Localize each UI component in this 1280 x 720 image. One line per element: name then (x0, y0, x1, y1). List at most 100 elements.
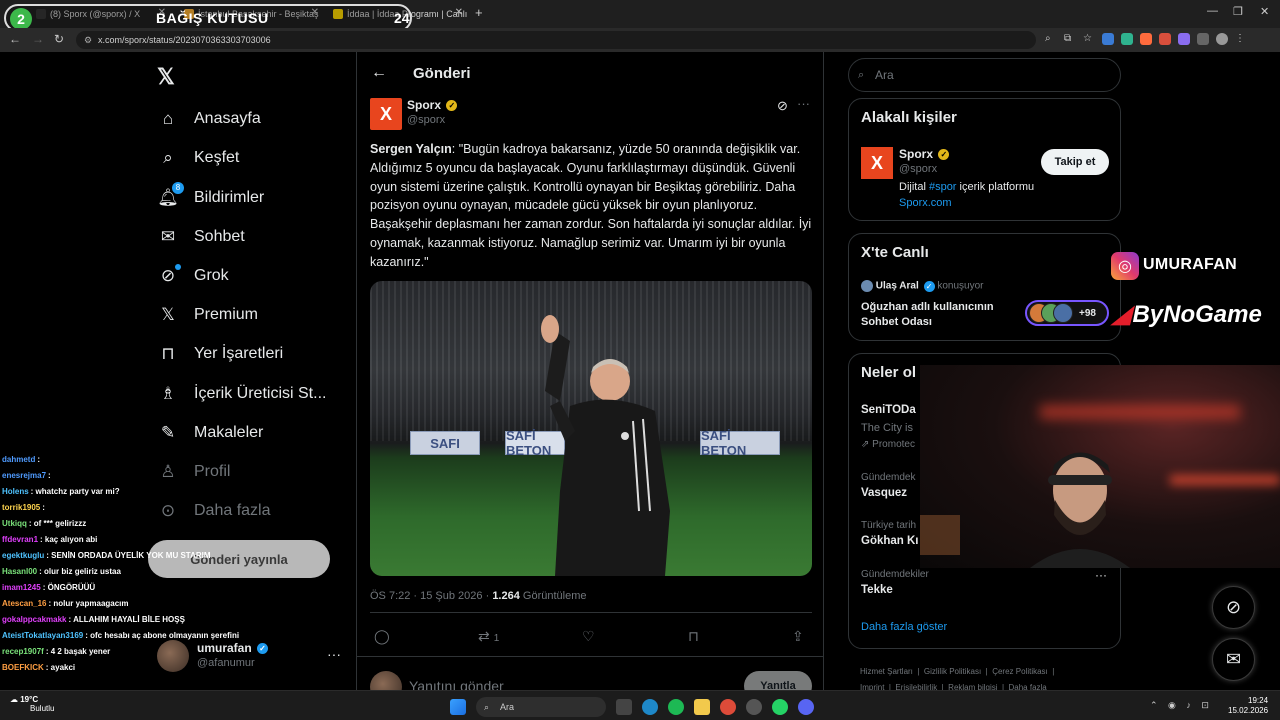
home-icon: ⌂ (162, 109, 174, 128)
clock[interactable]: 19:24 15.02.2026 (1228, 696, 1268, 716)
close-icon[interactable]: ✕ (455, 7, 463, 18)
share-icon[interactable]: ⇪ (792, 628, 804, 645)
minimize-icon[interactable]: — (1207, 5, 1218, 17)
post-photo[interactable]: SAFI SAFİ BETON SAFİ BETON (370, 281, 812, 576)
discord-icon[interactable] (798, 699, 814, 715)
profile-icon[interactable] (1216, 33, 1228, 45)
card-title: X'te Canlı (861, 244, 929, 261)
account-name[interactable]: Sporx ✓ (407, 98, 458, 112)
website-link[interactable]: Sporx.com (899, 197, 952, 209)
chat-text: : ÖNGÖRÜÜÜ (42, 583, 96, 592)
extension-icon[interactable] (1121, 33, 1133, 45)
extensions-puzzle-icon[interactable] (1197, 33, 1209, 45)
weather-widget[interactable]: ☁ 19°C Bulutlu (10, 695, 54, 713)
nav-home[interactable]: ⌂ Anasayfa (158, 105, 261, 133)
footer-link[interactable]: Hizmet Şartları (860, 667, 913, 676)
messages-floating-icon[interactable]: ✉ (1212, 638, 1255, 681)
live-listeners[interactable]: +98 (1025, 300, 1109, 326)
extension-icon[interactable] (1102, 33, 1114, 45)
chat-text: : SENİN ORDADA ÜYELİK YOK MU STARIM (46, 551, 211, 560)
grok-floating-icon[interactable]: ⊘ (1212, 586, 1255, 629)
chat-username: gokalppcakmakk (2, 615, 67, 624)
back-arrow-icon[interactable]: ← (371, 64, 387, 82)
mail-icon: ✉ (160, 227, 176, 246)
nav-label: Anasayfa (194, 110, 261, 127)
show-more-link[interactable]: Daha fazla göster (861, 621, 947, 633)
trend-title[interactable]: Gökhan Kı (861, 535, 919, 547)
extension-icon[interactable] (1178, 33, 1190, 45)
trend-title[interactable]: SeniTODa (861, 404, 916, 416)
live-room-title[interactable]: Oğuzhan adlı kullanıcının Sohbet Odası (861, 300, 1021, 330)
menu-icon[interactable]: ⋮ (1235, 33, 1247, 45)
install-icon[interactable]: ⧉ (1064, 33, 1076, 45)
account-handle[interactable]: @sporx (407, 114, 445, 126)
windows-start-icon[interactable] (450, 699, 466, 715)
whatsapp-icon[interactable] (772, 699, 788, 715)
system-tray[interactable]: ⌃ ◉ ♪ ⊡ (1150, 700, 1213, 711)
star-icon[interactable]: ☆ (1083, 33, 1095, 45)
retweet-icon[interactable]: ⇄ 1 (478, 628, 499, 645)
donation-title: BAĞIŞ KUTUSU (156, 10, 269, 26)
retweet-count: 1 (493, 633, 500, 644)
new-tab-icon[interactable]: + (475, 5, 483, 20)
footer-link[interactable]: Çerez Politikası (992, 667, 1048, 676)
app-icon[interactable] (746, 699, 762, 715)
live-host[interactable]: Ulaş Aral ✓ konuşuyor (861, 280, 983, 292)
like-icon[interactable]: ♡ (582, 628, 595, 645)
hashtag-link[interactable]: #spor (929, 181, 957, 193)
account-avatar[interactable]: X (861, 147, 893, 179)
spotify-icon[interactable] (668, 699, 684, 715)
chat-text: : 4 2 başak yener (45, 647, 111, 656)
reply-icon[interactable]: ◯ (374, 628, 390, 645)
folder-icon[interactable] (694, 699, 710, 715)
nav-premium[interactable]: 𝕏 Premium (158, 301, 258, 329)
extension-icon[interactable] (1140, 33, 1152, 45)
chat-text: : (37, 455, 41, 464)
footer-link[interactable]: Gizlilik Politikası (924, 667, 981, 676)
bookmark-icon[interactable]: ⊓ (688, 628, 699, 645)
account-avatar[interactable]: X (370, 98, 402, 130)
account-name[interactable]: Sporx ✓ (899, 147, 950, 161)
chat-username: BOEFKICK (2, 663, 44, 672)
edge-icon[interactable] (642, 699, 658, 715)
chat-text: : (48, 471, 51, 480)
chrome-icon[interactable] (720, 699, 736, 715)
trend-title[interactable]: Vasquez (861, 487, 907, 499)
taskbar-search[interactable]: ⌕ Ara (476, 697, 606, 717)
trend-title[interactable]: Tekke (861, 584, 893, 596)
zoom-icon[interactable]: ⌕ (1045, 33, 1057, 45)
maximize-icon[interactable]: ❐ (1233, 5, 1243, 18)
url-field[interactable]: ⚙ x.com/sporx/status/2023070363303703006 (76, 31, 1036, 49)
ad-board: SAFİ BETON (700, 428, 780, 458)
reload-icon[interactable]: ↻ (54, 32, 64, 46)
more-icon[interactable]: ··· (1095, 568, 1107, 582)
chat-username: AteistTokatlayan3169 (2, 631, 84, 640)
extension-icon[interactable] (1159, 33, 1171, 45)
nav-messages[interactable]: ✉ Sohbet (158, 223, 245, 251)
close-window-icon[interactable]: ✕ (1260, 5, 1269, 18)
follow-button[interactable]: Takip et (1041, 149, 1109, 175)
nav-label: Yer İşaretleri (194, 345, 284, 362)
nav-creator-studio[interactable]: ♗ İçerik Üreticisi St... (158, 380, 326, 408)
nav-articles[interactable]: ✎ Makaleler (158, 419, 263, 447)
grok-icon[interactable]: ⊘ (777, 98, 788, 114)
nav-label: Grok (194, 267, 229, 284)
forward-icon[interactable]: → (32, 32, 44, 46)
nav-notifications[interactable]: 🔔︎ 8 Bildirimler (157, 182, 265, 212)
donation-number: 2 (10, 8, 32, 30)
account-handle: @sporx (899, 163, 938, 175)
creator-icon: ♗ (160, 384, 176, 403)
card-title: Neler ol (861, 364, 917, 381)
x-logo-icon[interactable]: 𝕏 (157, 64, 175, 90)
task-view-icon[interactable] (616, 699, 632, 715)
nav-grok[interactable]: ⊘ Grok (158, 262, 229, 290)
more-icon[interactable]: ··· (797, 96, 810, 111)
nav-label: Bildirimler (194, 189, 265, 206)
nav-bookmarks[interactable]: ⊓ Yer İşaretleri (158, 340, 283, 368)
site-info-icon[interactable]: ⚙ (84, 31, 92, 49)
search-input[interactable]: ⌕ Ara (848, 58, 1121, 92)
back-icon[interactable]: ← (9, 32, 21, 46)
chat-username: Holens (2, 487, 29, 496)
nav-explore[interactable]: ⌕ Keşfet (158, 144, 239, 172)
more-icon[interactable]: ··· (327, 646, 341, 662)
